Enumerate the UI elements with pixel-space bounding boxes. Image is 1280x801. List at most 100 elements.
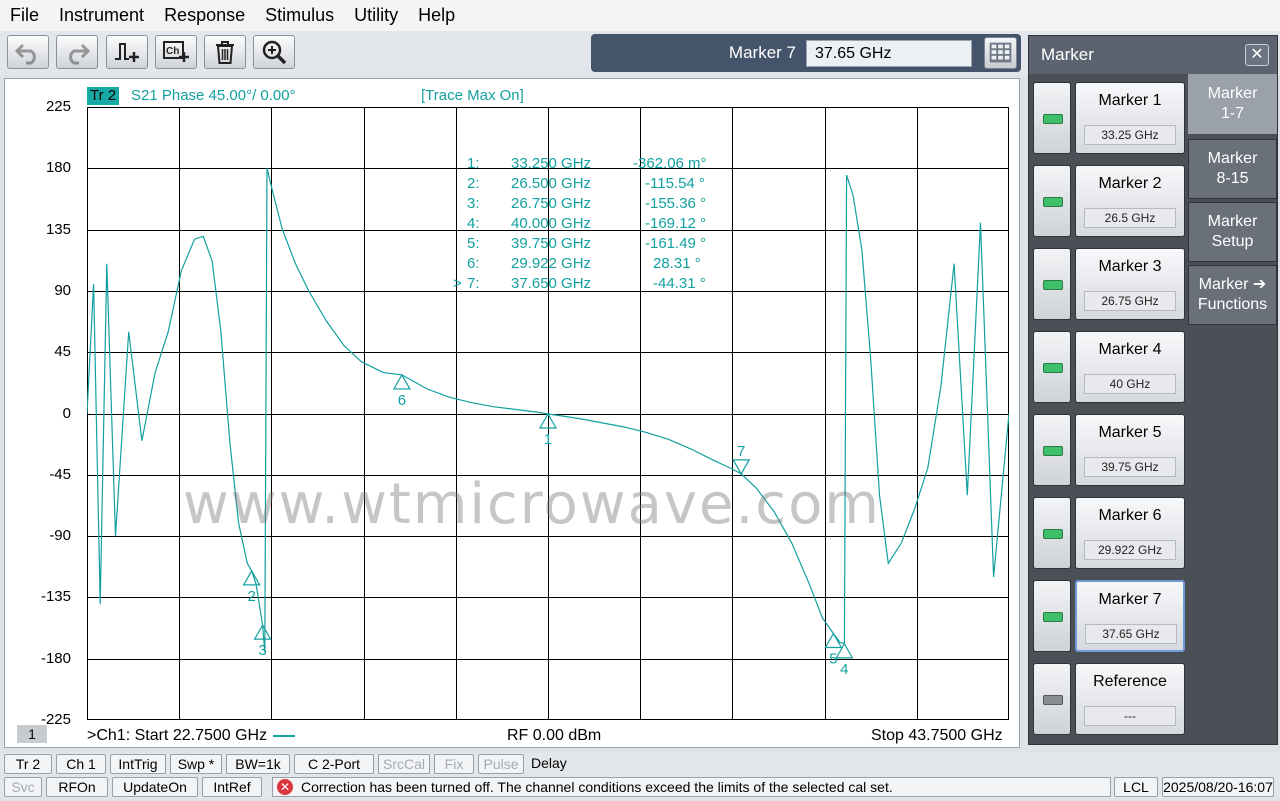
tab-marker-3[interactable]: Marker ➔ Functions [1188, 265, 1277, 325]
marker-toggle[interactable] [1033, 82, 1071, 154]
status-item[interactable]: IntRef [202, 777, 262, 797]
status-item[interactable]: Pulse [478, 754, 524, 774]
add-channel-icon: Ch [163, 41, 189, 62]
status-item[interactable]: C 2-Port [294, 754, 374, 774]
menu-response[interactable]: Response [154, 0, 255, 31]
marker-toggle[interactable] [1033, 414, 1071, 486]
status-item[interactable]: Delay [528, 754, 572, 774]
marker-select-button[interactable]: Marker 7 37.65 GHz [1075, 580, 1185, 652]
marker-row: Marker 6 29.922 GHz [1033, 497, 1185, 573]
marker-row: Marker 4 40 GHz [1033, 331, 1185, 407]
marker-value: 40 GHz [1084, 374, 1176, 394]
marker-value: 39.75 GHz [1084, 457, 1176, 477]
status-item[interactable]: Swp * [170, 754, 222, 774]
zoom-button[interactable] [253, 35, 295, 69]
marker-select-button[interactable]: Marker 1 33.25 GHz [1075, 82, 1185, 154]
trace-max-status: [Trace Max On] [421, 87, 524, 104]
marker-4-icon [835, 642, 854, 659]
marker-4-label: 4 [840, 661, 848, 678]
y-tick-label: 0 [62, 404, 71, 422]
watermark: www.wtmicrowave.com [183, 472, 881, 537]
marker-6-label: 6 [398, 392, 406, 409]
marker-select-button[interactable]: Reference --- [1075, 663, 1185, 735]
status-item[interactable]: Ch 1 [56, 754, 106, 774]
marker-toggle[interactable] [1033, 580, 1071, 652]
marker-row: Marker 1 33.25 GHz [1033, 82, 1185, 158]
marker-value: 37.65 GHz [1085, 624, 1177, 644]
marker-toggle[interactable] [1033, 165, 1071, 237]
add-trace-button[interactable] [106, 35, 148, 69]
tab-marker-2[interactable]: Marker Setup [1188, 202, 1277, 262]
chart-window: Tr 2 S21 Phase 45.00°/ 0.00° [Trace Max … [4, 78, 1020, 748]
marker-toggle[interactable] [1033, 497, 1071, 569]
led-indicator-icon [1043, 529, 1063, 539]
tab-marker-0[interactable]: Marker 1-7 [1188, 74, 1277, 134]
marker-toggle[interactable] [1033, 663, 1071, 735]
marker-label: Reference [1093, 673, 1167, 690]
keypad-button[interactable] [984, 37, 1017, 69]
status-item[interactable]: IntTrig [110, 754, 166, 774]
marker-7-label: 7 [737, 443, 745, 460]
marker-value: 26.75 GHz [1084, 291, 1176, 311]
y-tick-label: 45 [54, 343, 71, 361]
delete-button[interactable] [204, 35, 246, 69]
undo-button[interactable] [7, 35, 49, 69]
vna-app: File Instrument Response Stimulus Utilit… [0, 0, 1280, 801]
menu-utility[interactable]: Utility [344, 0, 408, 31]
panel-title: Marker [1029, 36, 1277, 74]
marker-value: --- [1084, 706, 1176, 726]
marker-select-button[interactable]: Marker 4 40 GHz [1075, 331, 1185, 403]
status-item[interactable]: BW=1k [226, 754, 290, 774]
delete-icon [216, 41, 234, 64]
status-item[interactable]: Fix [434, 754, 474, 774]
trace-badge[interactable]: Tr 2 [87, 87, 120, 105]
status-item[interactable]: UpdateOn [112, 777, 198, 797]
marker-label: Marker 4 [1098, 341, 1162, 358]
rf-power[interactable]: RF 0.00 dBm [507, 727, 601, 745]
zoom-icon [262, 40, 287, 65]
marker-toggle[interactable] [1033, 331, 1071, 403]
lcl-indicator[interactable]: LCL [1114, 777, 1158, 797]
led-indicator-icon [1043, 446, 1063, 456]
led-indicator-icon [1043, 197, 1063, 207]
close-icon[interactable]: ✕ [1245, 44, 1269, 66]
status-item[interactable]: Svc [4, 777, 42, 797]
led-indicator-icon [1043, 695, 1063, 705]
menu-stimulus[interactable]: Stimulus [255, 0, 344, 31]
marker-2-label: 2 [247, 588, 255, 605]
menu-help[interactable]: Help [408, 0, 465, 31]
menu-instrument[interactable]: Instrument [49, 0, 154, 31]
marker-label: Marker 1 [1098, 92, 1162, 109]
marker-6-icon [392, 373, 411, 390]
y-tick-label: -135 [40, 588, 71, 606]
menu-file[interactable]: File [0, 0, 49, 31]
entry-bar: Marker 7 37.65 GHz [591, 34, 1021, 72]
stop-frequency[interactable]: Stop 43.7500 GHz [871, 727, 1003, 745]
entry-value-input[interactable]: 37.65 GHz [806, 40, 972, 67]
marker-label: Marker 7 [1098, 591, 1162, 608]
start-frequency[interactable]: >Ch1: Start 22.7500 GHz [87, 727, 296, 745]
marker-value: 29.922 GHz [1084, 540, 1176, 560]
redo-button[interactable] [56, 35, 98, 69]
status-item[interactable]: RFOn [46, 777, 108, 797]
status-bar-top: Tr 2 Ch 1 IntTrig Swp * BW=1k C 2-Port SrcCal F… [0, 753, 1280, 775]
entry-label: Marker 7 [728, 43, 796, 62]
y-tick-label: 135 [45, 220, 71, 238]
marker-toggle[interactable] [1033, 248, 1071, 320]
led-indicator-icon [1043, 280, 1063, 290]
add-channel-button[interactable]: Ch [155, 35, 197, 69]
trace-title[interactable]: S21 Phase 45.00°/ 0.00° [131, 87, 296, 105]
y-tick-label: 180 [45, 159, 71, 177]
marker-select-button[interactable]: Marker 3 26.75 GHz [1075, 248, 1185, 320]
status-item[interactable]: Tr 2 [4, 754, 52, 774]
marker-value: 33.25 GHz [1084, 125, 1176, 145]
marker-select-button[interactable]: Marker 6 29.922 GHz [1075, 497, 1185, 569]
channel-badge[interactable]: 1 [17, 725, 47, 743]
status-item[interactable]: SrcCal [378, 754, 430, 774]
marker-row: Marker 7 37.65 GHz [1033, 580, 1185, 656]
y-tick-label: -45 [49, 465, 71, 483]
marker-select-button[interactable]: Marker 5 39.75 GHz [1075, 414, 1185, 486]
marker-value: 26.5 GHz [1084, 208, 1176, 228]
marker-select-button[interactable]: Marker 2 26.5 GHz [1075, 165, 1185, 237]
tab-marker-1[interactable]: Marker 8-15 [1188, 139, 1277, 199]
